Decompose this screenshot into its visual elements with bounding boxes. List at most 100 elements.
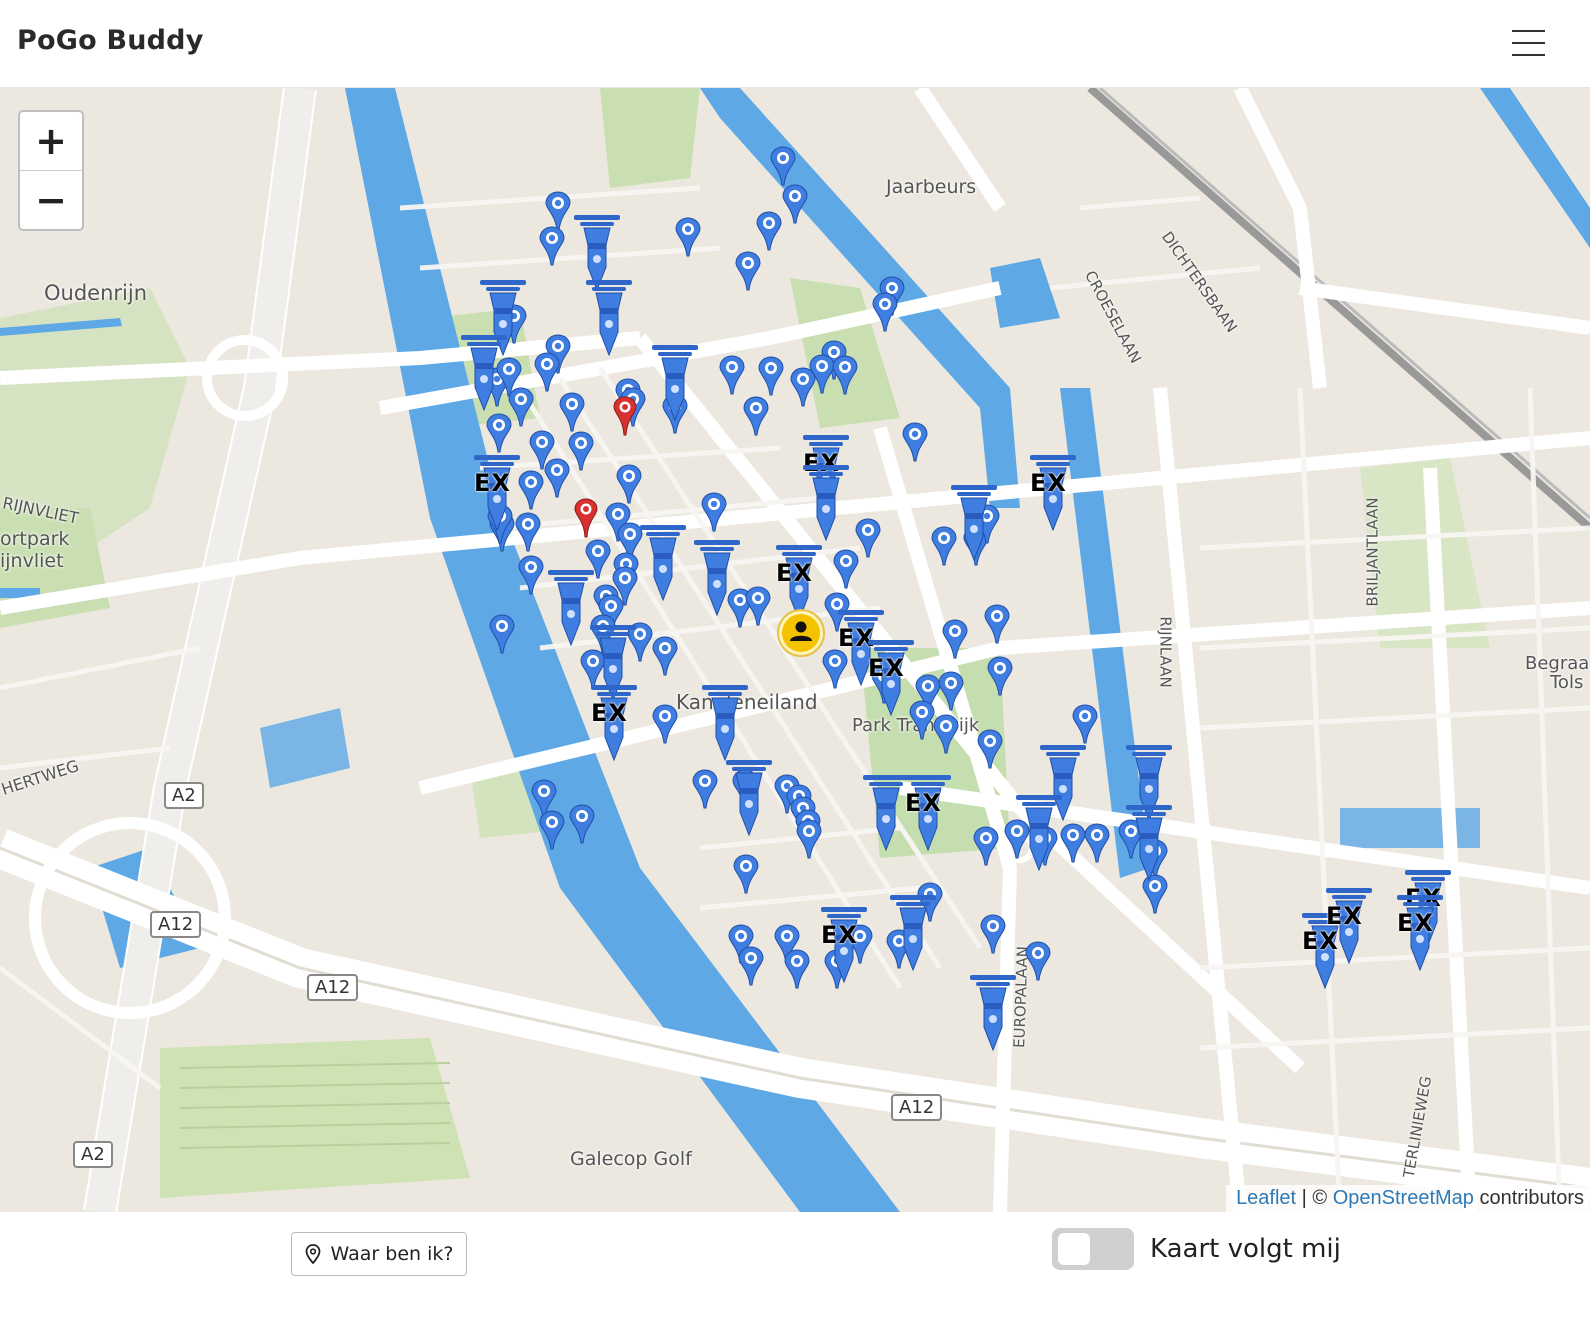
app-title[interactable]: PoGo Buddy [17, 25, 204, 56]
pokestop-marker[interactable] [733, 854, 759, 894]
pokestop-marker[interactable] [692, 769, 718, 809]
pokestop-marker[interactable] [902, 422, 928, 462]
map-attribution: Leaflet | © OpenStreetMap contributors [1226, 1185, 1590, 1212]
pokestop-marker[interactable] [784, 949, 810, 989]
pokestop-marker[interactable] [782, 184, 808, 224]
pokestop-marker[interactable] [544, 458, 570, 498]
pokestop-marker[interactable] [489, 614, 515, 654]
ex-raid-label: EX [1030, 469, 1067, 497]
map[interactable]: Jaarbeurs Oudenrijn RIJNVLIET ortpark ij… [0, 88, 1590, 1212]
pokestop-marker[interactable] [701, 492, 727, 532]
toggle-knob [1058, 1233, 1090, 1265]
pokestop-marker[interactable] [832, 355, 858, 395]
zoom-out-button[interactable]: − [20, 171, 82, 229]
pokestop-marker[interactable] [758, 356, 784, 396]
gym-marker[interactable] [692, 540, 742, 616]
ex-raid-label: EX [905, 789, 942, 817]
gym-marker[interactable] [888, 895, 938, 971]
where-am-i-button[interactable]: Waar ben ik? [291, 1232, 467, 1276]
ex-raid-label: EX [868, 654, 905, 682]
pokestop-marker[interactable] [973, 826, 999, 866]
zoom-control: + − [18, 110, 84, 231]
pokestop-marker[interactable] [719, 355, 745, 395]
navbar: PoGo Buddy [0, 0, 1590, 88]
ex-raid-label: EX [1397, 909, 1434, 937]
map-label-begraafplaats-1: Begraa [1525, 653, 1590, 674]
gym-marker[interactable] [638, 525, 688, 601]
pokestop-marker[interactable] [534, 352, 560, 392]
gym-marker[interactable] [459, 335, 509, 411]
gym-marker[interactable] [1124, 805, 1174, 881]
pokestop-marker[interactable] [1084, 823, 1110, 863]
map-label-galecop-golf: Galecop Golf [570, 1148, 692, 1170]
leaflet-link[interactable]: Leaflet [1236, 1187, 1296, 1209]
gym-marker[interactable] [801, 465, 851, 541]
pokestop-marker[interactable] [756, 211, 782, 251]
pokestop-marker[interactable] [984, 604, 1010, 644]
gym-marker[interactable] [584, 280, 634, 356]
pokestop-marker[interactable] [616, 464, 642, 504]
pokestop-marker[interactable] [743, 396, 769, 436]
road-shield-a12: A12 [307, 974, 359, 1001]
gym-marker[interactable] [949, 485, 999, 561]
gym-marker[interactable] [650, 345, 700, 421]
pokestop-marker[interactable] [738, 946, 764, 986]
pokestop-marker[interactable] [1025, 941, 1051, 981]
attribution-suffix: contributors [1473, 1187, 1584, 1209]
pokestop-marker[interactable] [872, 292, 898, 332]
openstreetmap-link[interactable]: OpenStreetMap [1333, 1187, 1474, 1209]
map-label-sportpark-2: ijnvliet [0, 550, 64, 572]
road-shield-a2: A2 [73, 1141, 113, 1168]
footer-controls: Waar ben ik? Kaart volgt mij [0, 1212, 1590, 1344]
user-location-icon[interactable] [776, 608, 826, 658]
red-location-marker[interactable] [574, 498, 598, 538]
map-label-jaarbeurs: Jaarbeurs [886, 176, 977, 198]
pokestop-marker[interactable] [568, 431, 594, 471]
pokestop-marker[interactable] [1072, 704, 1098, 744]
pokestop-marker[interactable] [652, 636, 678, 676]
pokestop-marker[interactable] [980, 914, 1006, 954]
ex-raid-label: EX [1326, 902, 1363, 930]
zoom-in-button[interactable]: + [20, 112, 82, 171]
location-pin-icon [305, 1244, 320, 1264]
ex-raid-label: EX [591, 699, 628, 727]
map-label-briljantlaan: BRILJANTLAAN [1363, 497, 1382, 607]
map-label-begraafplaats-2: Tols [1550, 672, 1584, 693]
pokestop-marker[interactable] [833, 549, 859, 589]
pokestop-marker[interactable] [938, 671, 964, 711]
pokestop-marker[interactable] [933, 714, 959, 754]
pokestop-marker[interactable] [545, 191, 571, 231]
gym-marker[interactable] [1014, 795, 1064, 871]
attribution-separator: | © [1296, 1187, 1333, 1209]
pokestop-marker[interactable] [518, 555, 544, 595]
pokestop-marker[interactable] [735, 251, 761, 291]
pokestop-marker[interactable] [770, 146, 796, 186]
pokestop-marker[interactable] [675, 217, 701, 257]
road-shield-a12: A12 [891, 1094, 943, 1121]
pokestop-marker[interactable] [539, 226, 565, 266]
road-shield-a12: A12 [150, 911, 202, 938]
pokestop-marker[interactable] [652, 704, 678, 744]
pokestop-marker[interactable] [977, 729, 1003, 769]
pokestop-marker[interactable] [559, 392, 585, 432]
map-label-oudenrijn: Oudenrijn [44, 281, 148, 305]
pokestop-marker[interactable] [486, 413, 512, 453]
pokestop-marker[interactable] [539, 810, 565, 850]
pokestop-marker[interactable] [796, 819, 822, 859]
pokestop-marker[interactable] [745, 586, 771, 626]
road-shield-a2: A2 [164, 782, 204, 809]
pokestop-marker[interactable] [987, 656, 1013, 696]
ex-raid-label: EX [821, 921, 858, 949]
follow-map-label: Kaart volgt mij [1150, 1234, 1341, 1264]
hamburger-menu-icon[interactable] [1512, 28, 1545, 58]
pokestop-marker[interactable] [569, 804, 595, 844]
gym-marker[interactable] [724, 760, 774, 836]
map-label-sportpark-1: ortpark [0, 528, 70, 550]
where-am-i-label: Waar ben ik? [330, 1243, 454, 1265]
red-location-marker[interactable] [613, 396, 637, 436]
follow-map-toggle[interactable] [1052, 1228, 1134, 1270]
pokestop-marker[interactable] [942, 619, 968, 659]
gym-marker[interactable] [968, 975, 1018, 1051]
gym-marker[interactable] [700, 685, 750, 761]
ex-raid-label: EX [474, 469, 511, 497]
